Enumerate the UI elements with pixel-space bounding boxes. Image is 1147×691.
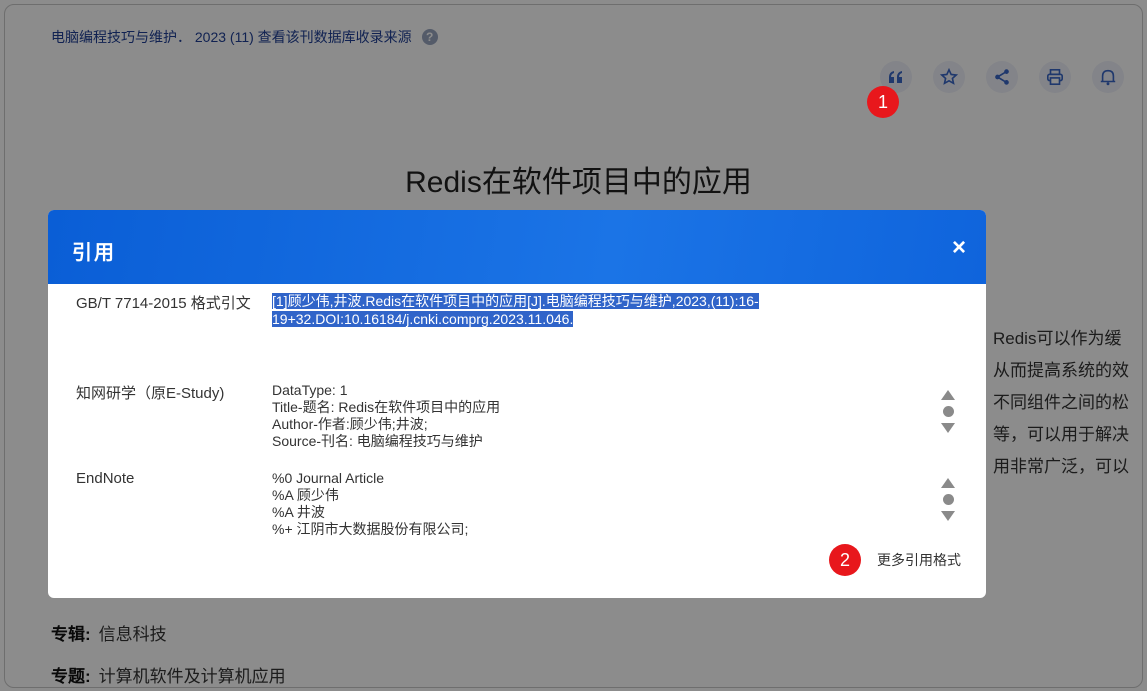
citation-line: DataType: 1	[272, 382, 348, 398]
dialog-header: 引用 ×	[48, 210, 986, 284]
citation-line: %+ 江阴市大数据股份有限公司;	[272, 521, 469, 537]
scrollbar[interactable]	[940, 478, 956, 521]
more-formats-link[interactable]: 更多引用格式	[877, 550, 961, 570]
dialog-title: 引用	[72, 242, 116, 264]
citation-format-label: GB/T 7714-2015 格式引文	[76, 295, 251, 312]
scroll-up-icon[interactable]	[941, 478, 955, 488]
close-icon[interactable]: ×	[952, 234, 966, 262]
citation-line: %0 Journal Article	[272, 470, 385, 486]
scroll-up-icon[interactable]	[941, 390, 955, 400]
scroll-thumb[interactable]	[942, 406, 954, 417]
step-badge-1: 1	[867, 86, 899, 118]
citation-text[interactable]: [1]顾少伟,井波.Redis在软件项目中的应用[J].电脑编程技巧与维护,20…	[272, 292, 759, 328]
citation-line: Source-刊名: 电脑编程技巧与维护	[272, 433, 483, 449]
scroll-thumb[interactable]	[942, 494, 954, 505]
scrollbar[interactable]	[940, 390, 956, 433]
citation-line: 19+32.DOI:10.16184/j.cnki.comprg.2023.11…	[272, 311, 574, 327]
citation-line: %A 井波	[272, 504, 325, 520]
scroll-down-icon[interactable]	[941, 423, 955, 433]
citation-line: %A 顾少伟	[272, 487, 339, 503]
citation-text[interactable]: DataType: 1 Title-题名: Redis在软件项目中的应用 Aut…	[272, 382, 500, 450]
scroll-down-icon[interactable]	[941, 511, 955, 521]
citation-line: Author-作者:顾少伟;井波;	[272, 416, 428, 432]
citation-format-label: EndNote	[76, 470, 135, 487]
citation-line: Title-题名: Redis在软件项目中的应用	[272, 399, 501, 415]
citation-format-label: 知网研学（原E-Study)	[76, 385, 225, 402]
citation-line: [1]顾少伟,井波.Redis在软件项目中的应用[J].电脑编程技巧与维护,20…	[272, 293, 759, 309]
citation-text[interactable]: %0 Journal Article %A 顾少伟 %A 井波 %+ 江阴市大数…	[272, 470, 468, 538]
step-badge-2: 2	[829, 544, 861, 576]
cite-dialog: 引用 × GB/T 7714-2015 格式引文 [1]顾少伟,井波.Redis…	[48, 210, 986, 598]
